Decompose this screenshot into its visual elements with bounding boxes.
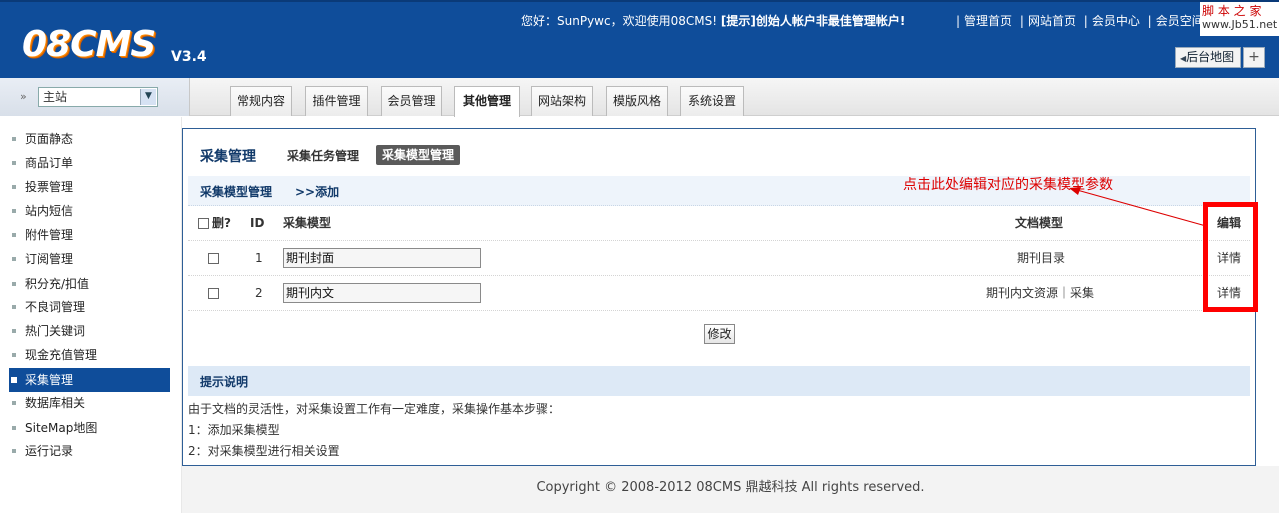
col-doc-model: 文档模型 [1015,216,1064,230]
sidebar-item-sitemap[interactable]: SiteMap地图 [9,416,170,440]
username: SunPywc [557,14,611,28]
col-delete: 删? [212,216,231,230]
sidebar-item-bad-words[interactable]: 不良词管理 [9,295,170,319]
link-member-space[interactable]: 会员空间 [1156,14,1204,28]
row-id: 2 [255,286,263,300]
highlight-box [1203,202,1258,312]
tab-templates[interactable]: 模版风格 [606,86,668,116]
top-links: | 管理首页 | 网站首页 | 会员中心 | 会员空间 [956,14,1204,28]
welcome-text: 您好：SunPywc，欢迎使用08CMS! [提示]创始人帐户非最佳管理帐户! [521,12,905,29]
site-selector-area: » 主站 ▼ [0,78,190,116]
table-row: 1 期刊封面 期刊目录 详情 [188,241,1250,276]
col-id: ID [250,216,265,230]
link-member-center[interactable]: 会员中心 [1092,14,1140,28]
tip-line: 2：对采集模型进行相关设置 [188,444,340,458]
tab-other[interactable]: 其他管理 [454,86,520,117]
admin-tip: [提示]创始人帐户非最佳管理帐户! [720,14,906,28]
watermark: 脚 本 之 家 www.Jb51.net [1200,2,1279,36]
tab-system-settings[interactable]: 系统设置 [680,86,744,116]
subtab-models[interactable]: 采集模型管理 [376,145,461,165]
welcome-prefix: 您好： [521,14,558,28]
sidebar-item-hot-keywords[interactable]: 热门关键词 [9,319,170,343]
tips-title: 提示说明 [200,375,249,389]
site-select[interactable]: 主站 ▼ [38,87,158,107]
tips-header: 提示说明 [188,366,1250,396]
version-label: V3.4 [171,49,207,65]
top-nav: » 主站 ▼ 常规内容 插件管理 会员管理 其他管理 网站架构 模版风格 系统设… [0,78,1279,117]
col-collection-model: 采集模型 [283,216,332,230]
welcome-suffix: ，欢迎使用08CMS! [610,14,718,28]
link-site-home[interactable]: 网站首页 [1028,14,1076,28]
chevron-down-icon: ▼ [140,89,156,105]
sidebar-item-run-log[interactable]: 运行记录 [9,439,170,463]
sidebar-item-attachments[interactable]: 附件管理 [9,223,170,247]
table-row: 2 期刊内文 期刊内文资源｜采集 详情 [188,276,1250,311]
sidebar-item-votes[interactable]: 投票管理 [9,175,170,199]
sitemap-button[interactable]: ◀后台地图 [1175,47,1241,68]
section-title: 采集模型管理 [200,185,273,199]
footer: Copyright © 2008-2012 08CMS 鼎越科技 All rig… [182,466,1279,513]
double-chevron-icon[interactable]: » [20,90,27,103]
tab-site-structure[interactable]: 网站架构 [531,86,593,116]
sidebar-item-points[interactable]: 积分充/扣值 [9,272,170,296]
sidebar-item-cash-recharge[interactable]: 现金充值管理 [9,343,170,367]
link-admin-home[interactable]: 管理首页 [964,14,1012,28]
table-header-row: 删? ID 采集模型 文档模型 编辑 [188,206,1250,241]
sidebar-item-subscriptions[interactable]: 订阅管理 [9,247,170,271]
tab-content[interactable]: 常规内容 [230,86,292,116]
logo: 08CMS [22,24,156,65]
select-all-checkbox[interactable] [198,218,209,229]
sidebar-item-collection[interactable]: 采集管理 [9,368,170,392]
row-checkbox[interactable] [208,253,219,264]
row-checkbox[interactable] [208,288,219,299]
model-name-input[interactable]: 期刊封面 [283,248,481,268]
main-panel: 采集管理 采集任务管理 采集模型管理 采集模型管理 >>添加 点击此处编辑对应的… [182,128,1258,466]
tab-plugins[interactable]: 插件管理 [305,86,368,116]
add-link[interactable]: >>添加 [295,183,339,200]
tab-members[interactable]: 会员管理 [381,86,442,116]
tip-line: 1：添加采集模型 [188,423,280,437]
add-button[interactable]: + [1243,47,1265,68]
submit-button[interactable]: 修改 [704,324,735,344]
model-name-input[interactable]: 期刊内文 [283,283,481,303]
sidebar-item-orders[interactable]: 商品订单 [9,151,170,175]
header: 08CMS V3.4 您好：SunPywc，欢迎使用08CMS! [提示]创始人… [0,0,1279,78]
tip-line: 由于文档的灵活性，对采集设置工作有一定难度，采集操作基本步骤： [188,402,561,416]
sidebar-item-messages[interactable]: 站内短信 [9,199,170,223]
row-doc-model: 期刊内文资源｜采集 [986,286,1095,300]
subtab-tasks[interactable]: 采集任务管理 [287,147,359,164]
page-title: 采集管理 [200,149,256,165]
sidebar-item-static-pages[interactable]: 页面静态 [9,127,170,151]
sidebar-item-database[interactable]: 数据库相关 [9,391,170,415]
row-doc-model: 期刊目录 [1017,251,1066,265]
sidebar: 页面静态 商品订单 投票管理 站内短信 附件管理 订阅管理 积分充/扣值 不良词… [0,117,182,513]
row-id: 1 [255,251,263,265]
